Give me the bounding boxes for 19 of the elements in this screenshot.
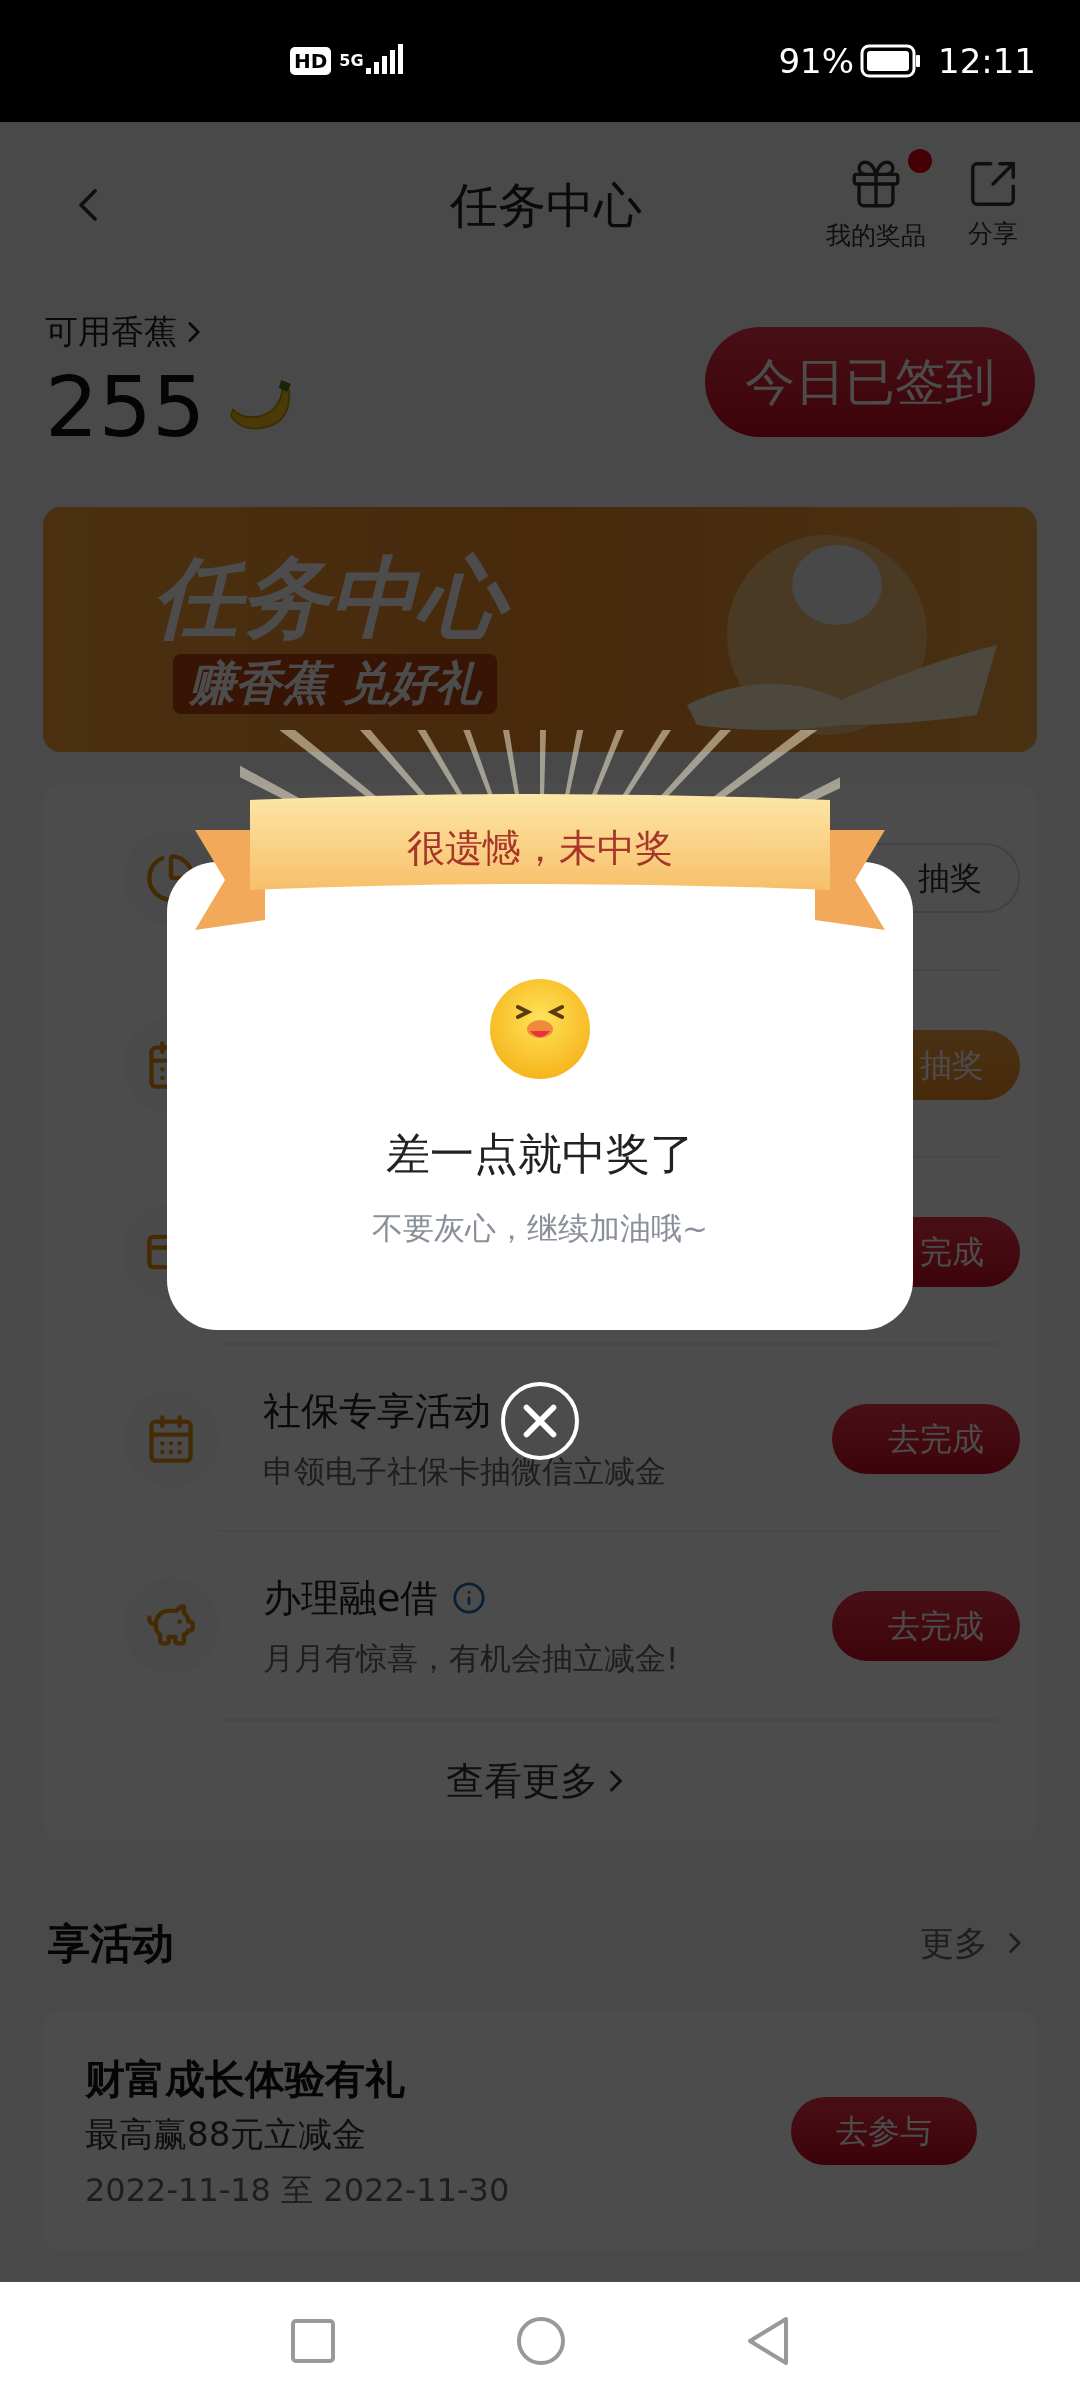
ribbon-title: 很遗憾，未中奖 [406,825,674,872]
page-title: 任务中心 [450,175,642,235]
task-title: 社保专享活动 [263,1387,491,1435]
battery-icon [860,44,922,78]
emoji-face-icon [488,977,592,1081]
network-label: 5G [339,53,364,69]
back-nav-icon[interactable] [746,2316,790,2366]
home-icon[interactable] [516,2316,566,2366]
dialog-heading: 差一点就中奖了 [386,1127,694,1181]
section-title: 享活动 [48,1917,174,1970]
recent-apps-icon[interactable] [290,2318,336,2364]
dialog-message: 不要灰心，继续加油哦~ [372,1209,708,1248]
hd-badge: HD [290,47,332,75]
activity-description: 最高赢88元立减金 [85,2112,368,2156]
battery-percent: 91% [778,39,854,83]
clock-time: 12:11 [938,39,1036,83]
activity-title: 财富成长体验有礼 [85,2054,406,2104]
banana-count: 255 [45,356,206,457]
task-title: 办理融e借 [263,1574,439,1622]
